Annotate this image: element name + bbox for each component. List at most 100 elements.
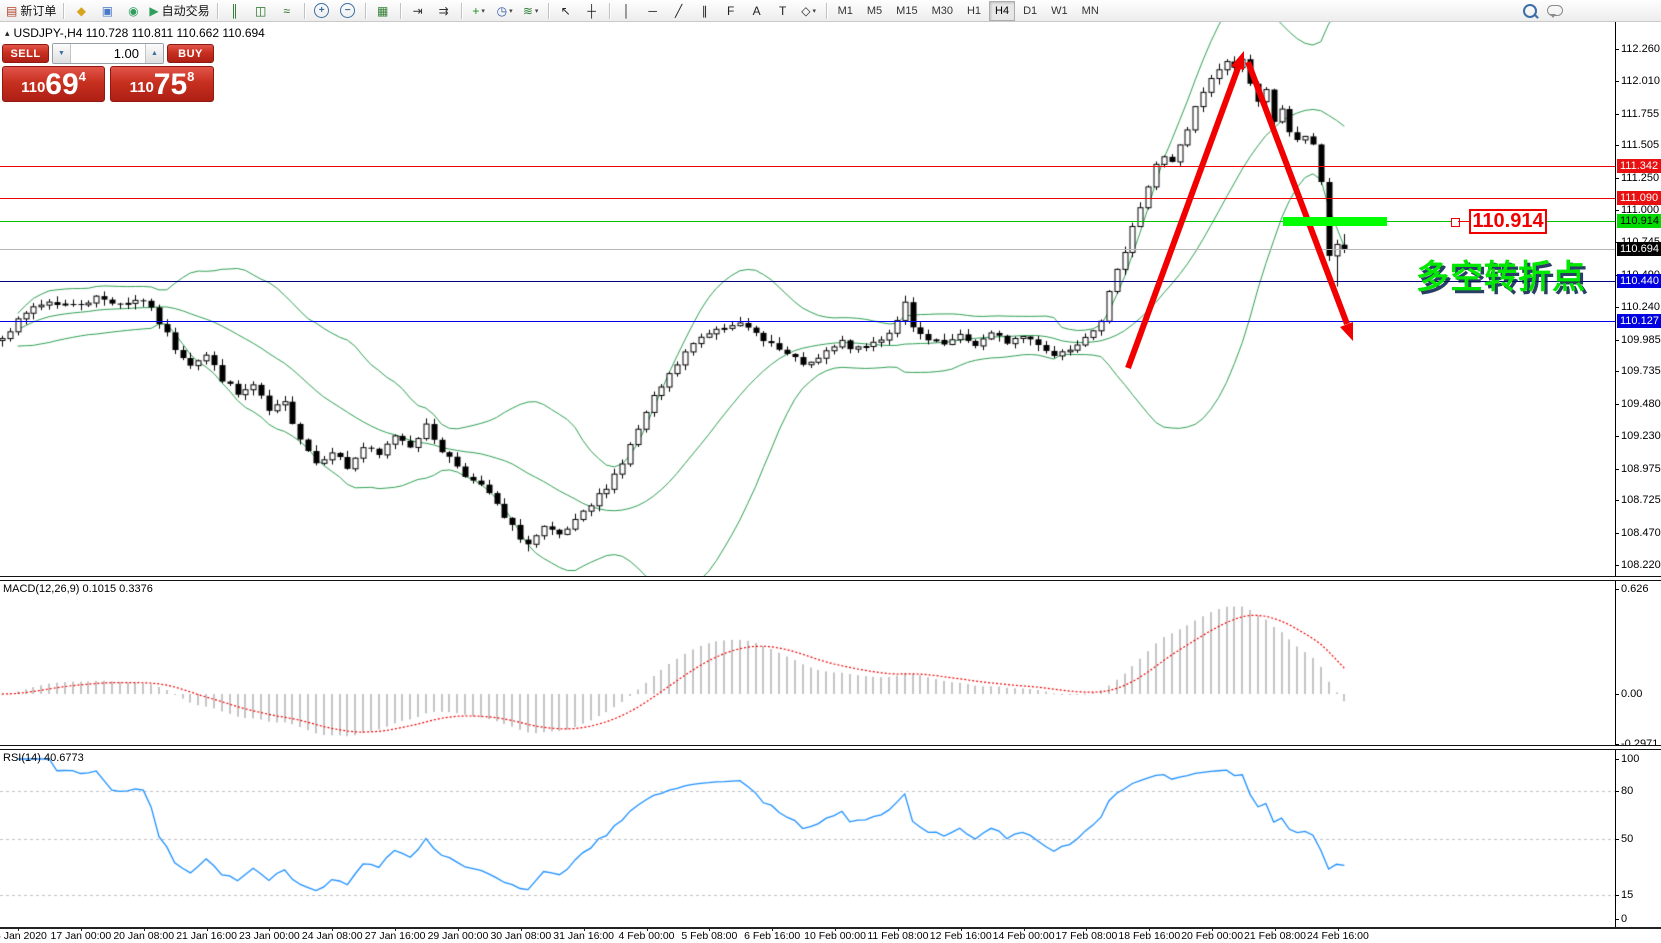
volume-input[interactable]: 1.00 bbox=[71, 44, 145, 63]
timeframe-mn[interactable]: MN bbox=[1076, 1, 1105, 21]
line-chart-icon[interactable]: ≈ bbox=[274, 0, 300, 22]
turning-point-annotation[interactable]: 多空转折点 bbox=[1416, 250, 1586, 298]
indicators-button[interactable]: ≋▾ bbox=[518, 0, 544, 22]
vline-button[interactable]: │ bbox=[614, 0, 640, 22]
autotrading-button[interactable]: ▶自动交易 bbox=[146, 0, 212, 22]
time-axis-label: 11 Feb 08:00 bbox=[867, 930, 928, 942]
shapes-button[interactable]: ◇▾ bbox=[796, 0, 822, 22]
timeframe-w1[interactable]: W1 bbox=[1045, 1, 1074, 21]
zoom-in-icon[interactable]: + bbox=[309, 0, 335, 22]
main-macd-separator[interactable] bbox=[0, 576, 1661, 581]
buy-price-prefix: 110 bbox=[130, 79, 154, 96]
macd-canvas[interactable] bbox=[0, 581, 1615, 745]
equidistant-channel-button[interactable]: ∥ bbox=[692, 0, 718, 22]
new-chart-button[interactable]: +▾ bbox=[466, 0, 492, 22]
text-button[interactable]: A bbox=[744, 0, 770, 22]
toolbar-separator bbox=[609, 3, 610, 19]
timeframe-m1[interactable]: M1 bbox=[832, 1, 859, 21]
time-axis-label: 10 Feb 00:00 bbox=[804, 930, 866, 942]
autotrading-glyph: ▶ bbox=[149, 5, 158, 17]
chart-right-border bbox=[1615, 22, 1616, 929]
hline-button[interactable]: ─ bbox=[640, 0, 666, 22]
timeframe-m30[interactable]: M30 bbox=[926, 1, 959, 21]
time-axis-label: 17 Jan 00:00 bbox=[50, 930, 111, 942]
price-badge-111.090: 111.090 bbox=[1617, 191, 1661, 205]
sell-button[interactable]: SELL bbox=[2, 44, 49, 63]
timeframe-m5[interactable]: M5 bbox=[861, 1, 888, 21]
time-axis-label: 12 Feb 16:00 bbox=[930, 930, 992, 942]
time-axis-label: 27 Jan 16:00 bbox=[365, 930, 426, 942]
hline-111.342[interactable] bbox=[0, 166, 1615, 167]
bar-chart-icon-glyph: ║ bbox=[230, 5, 239, 17]
favorites-icon[interactable]: ◆ bbox=[68, 0, 94, 22]
signals-icon[interactable]: ◉ bbox=[120, 0, 146, 22]
trendline-button[interactable]: ╱ bbox=[666, 0, 692, 22]
hline-110.127[interactable] bbox=[0, 321, 1615, 322]
shapes-button-dropdown-caret[interactable]: ▾ bbox=[812, 7, 816, 15]
fibonacci-glyph: F bbox=[727, 5, 734, 17]
rsi-canvas[interactable] bbox=[0, 750, 1615, 927]
chart-shift-icon[interactable]: ⇥ bbox=[405, 0, 431, 22]
timeframe-m15[interactable]: M15 bbox=[890, 1, 923, 21]
hline-111.09[interactable] bbox=[0, 198, 1615, 199]
period-button-dropdown-caret[interactable]: ▾ bbox=[509, 7, 513, 15]
new-order-button[interactable]: ▤新订单 bbox=[3, 0, 59, 22]
timeframe-d1[interactable]: D1 bbox=[1017, 1, 1043, 21]
bar-chart-icon[interactable]: ║ bbox=[222, 0, 248, 22]
timeframe-h4[interactable]: H4 bbox=[989, 1, 1015, 21]
fibonacci-button[interactable]: F bbox=[718, 0, 744, 22]
candlestick-chart-icon[interactable]: ◫ bbox=[248, 0, 274, 22]
zoom-in-icon-glyph: + bbox=[314, 3, 329, 18]
sell-price-button[interactable]: 110 69 4 bbox=[2, 66, 105, 102]
tile-windows-icon[interactable]: ▦ bbox=[370, 0, 396, 22]
macd-tick-label: 0.626 bbox=[1621, 583, 1649, 595]
time-axis-label: 20 Feb 00:00 bbox=[1181, 930, 1243, 942]
hline-110.694[interactable] bbox=[0, 249, 1615, 250]
sell-price-big: 69 bbox=[45, 71, 78, 99]
label-button[interactable]: T bbox=[770, 0, 796, 22]
support-zone-bar[interactable] bbox=[1283, 217, 1387, 226]
macd-rsi-separator[interactable] bbox=[0, 745, 1661, 750]
time-axis-label: 18 Feb 16:00 bbox=[1118, 930, 1180, 942]
terminal-icon[interactable]: ▣ bbox=[94, 0, 120, 22]
time-axis-label: 20 Jan 08:00 bbox=[113, 930, 174, 942]
toolbar-separator bbox=[217, 3, 218, 19]
time-axis-label: 23 Jan 00:00 bbox=[239, 930, 300, 942]
price-badge-110.127: 110.127 bbox=[1617, 314, 1661, 328]
toolbar-right-group bbox=[1523, 4, 1563, 18]
time-axis-label: 21 Jan 16:00 bbox=[176, 930, 237, 942]
timeframe-h1[interactable]: H1 bbox=[961, 1, 987, 21]
toolbar-separator bbox=[304, 3, 305, 19]
volume-box: ▼ 1.00 ▲ bbox=[52, 43, 164, 64]
candlestick-chart-icon-glyph: ◫ bbox=[255, 5, 266, 17]
search-icon[interactable] bbox=[1523, 4, 1537, 18]
indicators-button-dropdown-caret[interactable]: ▾ bbox=[535, 7, 539, 15]
main-chart-canvas[interactable] bbox=[0, 22, 1615, 576]
volume-increase-button[interactable]: ▲ bbox=[145, 44, 163, 63]
buy-button[interactable]: BUY bbox=[167, 44, 214, 63]
toolbar-separator bbox=[461, 3, 462, 19]
hline-110.44[interactable] bbox=[0, 281, 1615, 282]
price-badge-111.342: 111.342 bbox=[1617, 159, 1661, 173]
buy-price-button[interactable]: 110 75 8 bbox=[110, 66, 214, 102]
zoom-out-icon[interactable]: − bbox=[335, 0, 361, 22]
new-chart-button-dropdown-caret[interactable]: ▾ bbox=[481, 7, 485, 15]
rsi-tick-label: 100 bbox=[1621, 753, 1639, 765]
volume-decrease-button[interactable]: ▼ bbox=[53, 44, 71, 63]
favorites-icon-glyph: ◆ bbox=[77, 5, 86, 17]
auto-scroll-icon[interactable]: ⇉ bbox=[431, 0, 457, 22]
price-tag-label[interactable]: 110.914 bbox=[1469, 209, 1547, 234]
time-axis-label: 24 Feb 16:00 bbox=[1307, 930, 1369, 942]
toolbar-separator bbox=[400, 3, 401, 19]
chat-icon[interactable] bbox=[1547, 5, 1563, 16]
cursor-button[interactable]: ↖ bbox=[553, 0, 579, 22]
period-glyph: ◷ bbox=[497, 5, 507, 17]
price-tag-anchor-square bbox=[1451, 218, 1460, 227]
trendline-glyph: ╱ bbox=[675, 5, 682, 17]
crosshair-button[interactable]: ┼ bbox=[579, 0, 605, 22]
one-click-trading-panel: SELL ▼ 1.00 ▲ BUY 110 69 4 110 75 8 bbox=[2, 42, 214, 102]
indicators-glyph: ≋ bbox=[523, 5, 533, 17]
crosshair-glyph: ┼ bbox=[587, 5, 596, 17]
period-button[interactable]: ◷▾ bbox=[492, 0, 518, 22]
signals-icon-glyph: ◉ bbox=[128, 5, 138, 17]
